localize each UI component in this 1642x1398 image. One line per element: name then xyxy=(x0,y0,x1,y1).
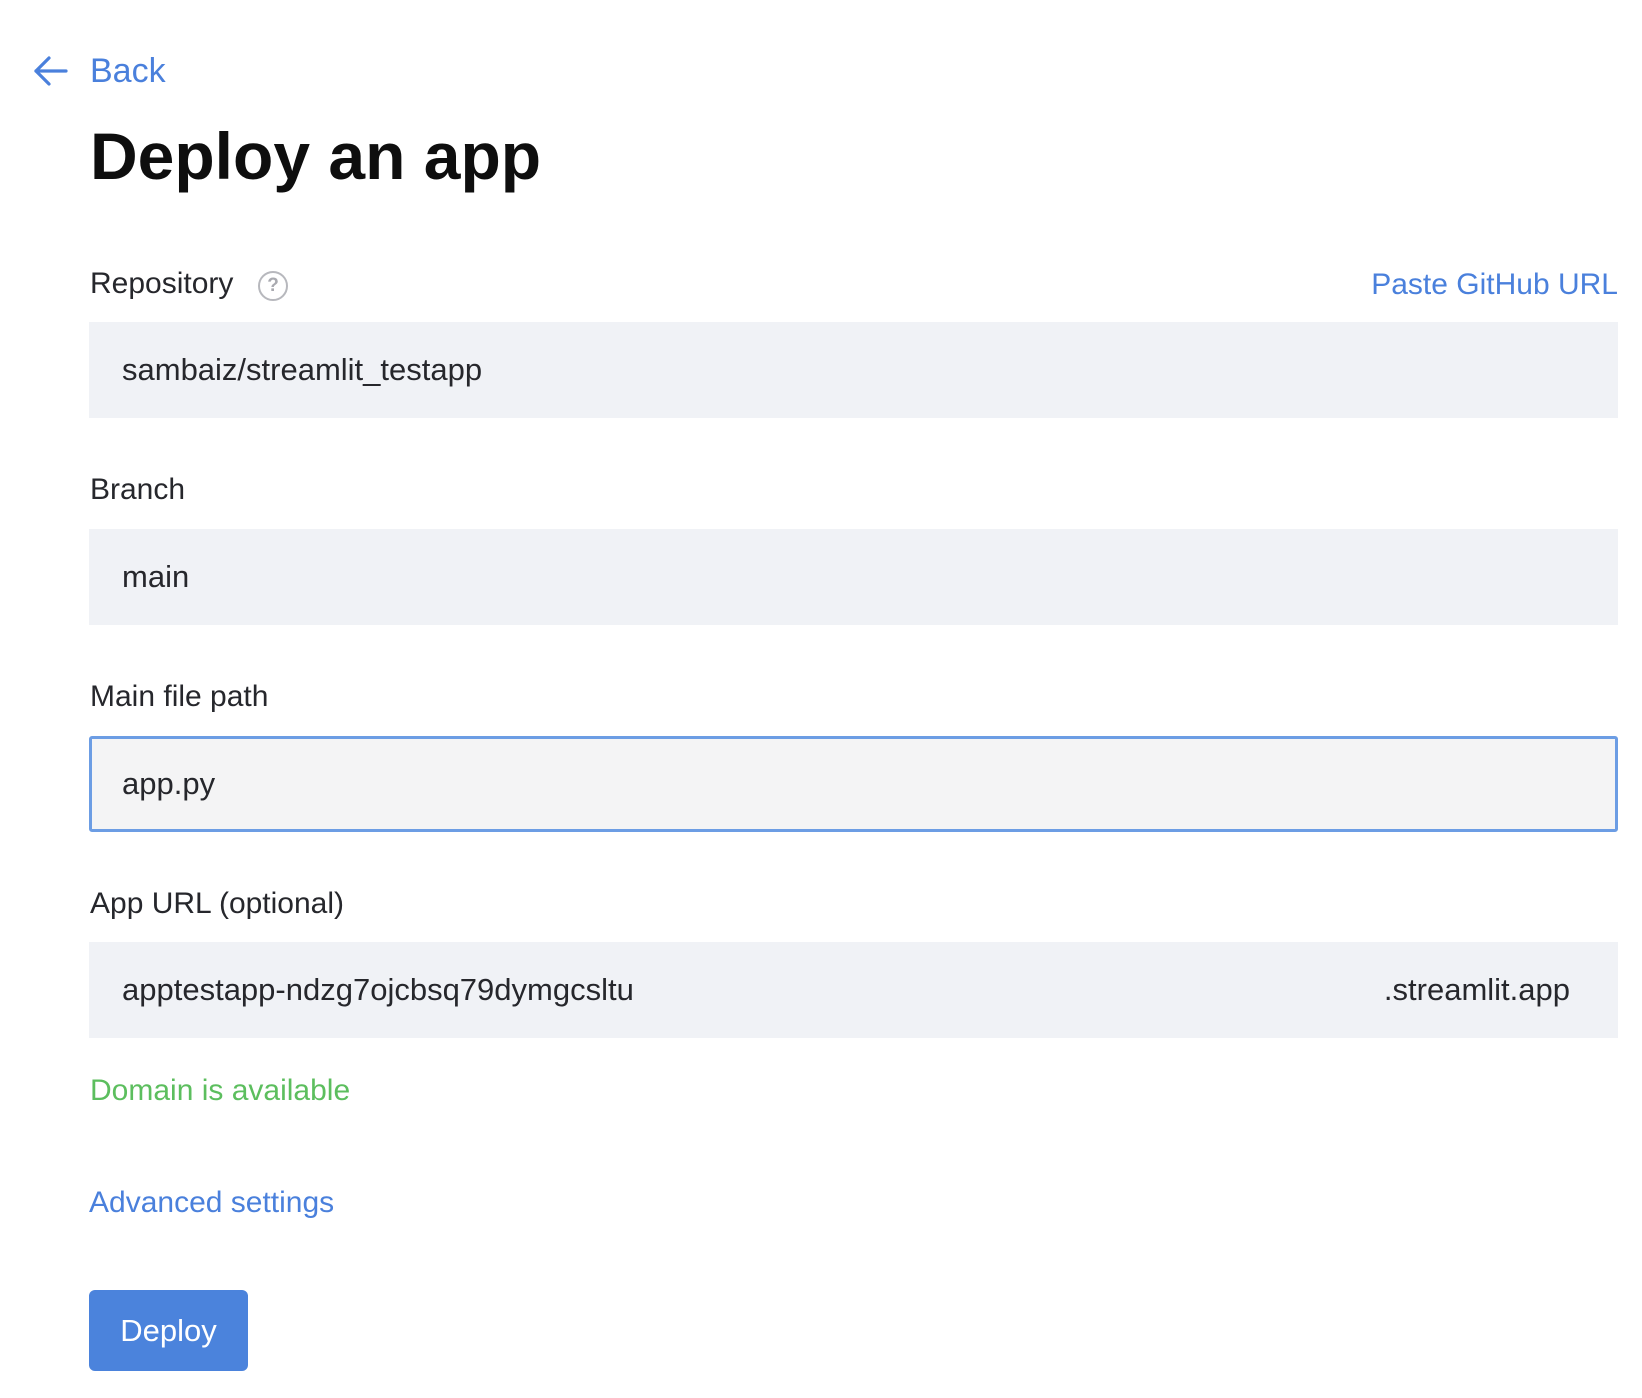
main-file-path-input[interactable]: app.py xyxy=(89,736,1618,832)
app-url-suffix: .streamlit.app xyxy=(1383,972,1570,1007)
main-file-path-value: app.py xyxy=(122,766,216,801)
advanced-settings-link[interactable]: Advanced settings xyxy=(89,1183,334,1223)
arrow-left-icon xyxy=(34,56,68,86)
branch-input[interactable]: main xyxy=(89,529,1618,625)
deploy-button[interactable]: Deploy xyxy=(89,1290,248,1371)
app-url-input[interactable]: apptestapp-ndzg7ojcbsq79dymgcsltu .strea… xyxy=(89,942,1618,1038)
app-url-value: apptestapp-ndzg7ojcbsq79dymgcsltu xyxy=(122,972,634,1007)
question-circle-icon[interactable]: ? xyxy=(258,271,288,301)
main-file-path-label: Main file path xyxy=(90,680,269,713)
repository-select[interactable]: sambaiz/streamlit_testapp xyxy=(89,322,1618,418)
paste-github-url-link[interactable]: Paste GitHub URL xyxy=(1371,265,1618,305)
back-link[interactable]: Back xyxy=(32,48,166,94)
domain-status: Domain is available xyxy=(90,1074,351,1107)
app-url-label: App URL (optional) xyxy=(90,887,345,920)
repository-value: sambaiz/streamlit_testapp xyxy=(122,352,483,387)
branch-label: Branch xyxy=(90,473,186,506)
branch-value: main xyxy=(122,559,190,594)
back-label[interactable]: Back xyxy=(90,52,166,90)
deploy-page: Back Deploy an app Repository ? Paste Gi… xyxy=(0,0,1642,1398)
repository-label: Repository xyxy=(90,267,234,300)
page-title: Deploy an app xyxy=(90,119,542,193)
